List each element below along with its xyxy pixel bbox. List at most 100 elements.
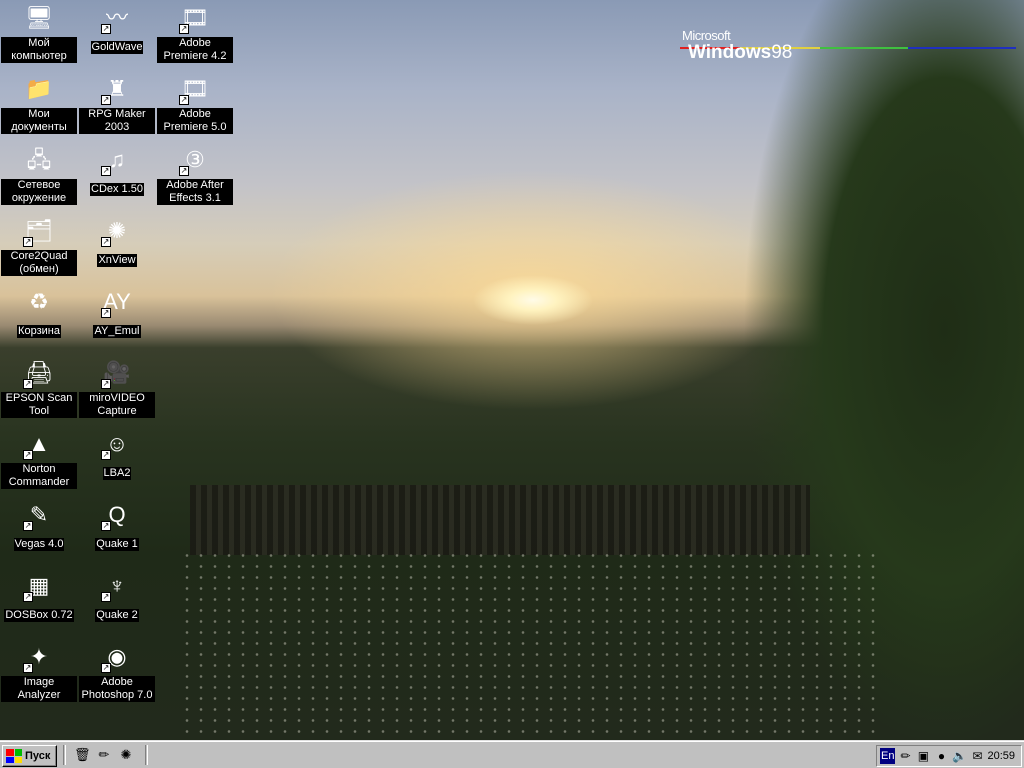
desktop-icon-label: Core2Quad (обмен) (1, 250, 77, 276)
desktop-icon-star[interactable]: ✦ ↗ Image Analyzer (0, 639, 78, 703)
video-capture-icon: 🎥 ↗ (101, 360, 131, 389)
shortcut-arrow-icon: ↗ (101, 592, 111, 602)
shortcut-arrow-icon: ↗ (23, 450, 33, 460)
desktop-icon-film[interactable]: 🎞 ↗ Adobe Premiere 4.2 (156, 0, 234, 64)
desktop-icon-quake2[interactable]: ♆ ↗ Quake 2 (78, 568, 156, 623)
desktop-icon-recycle-bin[interactable]: ♻ Корзина (0, 284, 78, 339)
wallpaper-flowers (180, 550, 880, 740)
desktop-icon-photoshop[interactable]: ◉ ↗ Adobe Photoshop 7.0 (78, 639, 156, 703)
desktop-icon-label: XnView (97, 254, 137, 267)
desktop-icon-my-computer[interactable]: 🖥 Мой компьютер (0, 0, 78, 64)
desktop-icon-cdex[interactable]: ♫ ↗ CDex 1.50 (78, 142, 156, 197)
desktop-icon-ay-emul[interactable]: AY ↗ AY_Emul (78, 284, 156, 339)
clock[interactable]: 20:59 (987, 750, 1015, 762)
network-share-icon: 🗂 ↗ (23, 218, 53, 247)
desktop-icon-quake[interactable]: Q ↗ Quake 1 (78, 497, 156, 552)
desktop-icon-label: Adobe Premiere 5.0 (157, 108, 233, 134)
desktop-icon-after-effects[interactable]: ③ ↗ Adobe After Effects 3.1 (156, 142, 234, 206)
shortcut-arrow-icon: ↗ (101, 24, 111, 34)
desktop-icon-castle[interactable]: ♜ ↗ RPG Maker 2003 (78, 71, 156, 135)
desktop-icon-scanner[interactable]: 🖨 ↗ EPSON Scan Tool (0, 355, 78, 419)
desktop-icon-goldwave[interactable]: 〰 ↗ GoldWave (78, 0, 156, 55)
desktop-icon-dosbox[interactable]: ▦ ↗ DOSBox 0.72 (0, 568, 78, 623)
tray-red-ball-icon[interactable]: ● (933, 748, 949, 764)
shortcut-arrow-icon: ↗ (179, 95, 189, 105)
desktop-icon-label: RPG Maker 2003 (79, 108, 155, 134)
taskbar-divider (145, 745, 148, 765)
desktop-icon-label: Сетевое окружение (1, 179, 77, 205)
desktop-icon-label: AY_Emul (93, 325, 141, 338)
desktop-icon-label: Norton Commander (1, 463, 77, 489)
desktop-icon-film[interactable]: 🎞 ↗ Adobe Premiere 5.0 (156, 71, 234, 135)
shortcut-arrow-icon: ↗ (23, 379, 33, 389)
logo-windows: Windows98 (688, 42, 793, 63)
shortcut-arrow-icon: ↗ (101, 379, 111, 389)
desktop-icon-label: Adobe After Effects 3.1 (157, 179, 233, 205)
dosbox-icon: ▦ ↗ (23, 573, 50, 602)
desktop[interactable]: Microsoft Windows98 🖥 Мой компьютер 📁 Мои д… (0, 0, 1024, 740)
desktop-icon-label: DOSBox 0.72 (4, 609, 74, 622)
windows98-logo: Microsoft Windows98 (680, 18, 1020, 66)
shortcut-arrow-icon: ↗ (23, 237, 33, 247)
quicklaunch-pencil-icon[interactable]: ✏ (96, 747, 112, 763)
quicklaunch-desktop-icon[interactable]: 🗑 (74, 747, 91, 763)
windows-flag-icon (6, 749, 22, 763)
shortcut-arrow-icon: ↗ (23, 592, 33, 602)
desktop-icon-label: Vegas 4.0 (13, 538, 65, 551)
desktop-icon-vegas[interactable]: ✎ ↗ Vegas 4.0 (0, 497, 78, 552)
xnview-icon: ✺ ↗ (101, 218, 127, 247)
desktop-icon-label: Image Analyzer (1, 676, 77, 702)
desktop-icon-xnview[interactable]: ✺ ↗ XnView (78, 213, 156, 268)
shortcut-arrow-icon: ↗ (101, 663, 111, 673)
system-tray: En ✏ ▣ ● 🔈 ✉ 20:59 (876, 745, 1022, 767)
shortcut-arrow-icon: ↗ (101, 308, 111, 318)
desktop-icon-label: CDex 1.50 (90, 183, 144, 196)
desktop-icon-label: EPSON Scan Tool (1, 392, 77, 418)
tray-display-icon[interactable]: ▣ (915, 748, 931, 764)
desktop-icon-network[interactable]: 🖧 Сетевое окружение (0, 142, 78, 206)
photoshop-icon: ◉ ↗ (101, 644, 127, 673)
desktop-icon-norton[interactable]: ▲ ↗ Norton Commander (0, 426, 78, 490)
scanner-icon: 🖨 ↗ (23, 360, 53, 389)
language-indicator[interactable]: En (880, 748, 896, 764)
logo-microsoft: Microsoft (682, 28, 731, 43)
film-icon: 🎞 ↗ (179, 5, 209, 34)
desktop-icon-folder[interactable]: 📁 Мои документы (0, 71, 78, 135)
shortcut-arrow-icon: ↗ (23, 521, 33, 531)
shortcut-arrow-icon: ↗ (101, 237, 111, 247)
quake2-icon: ♆ ↗ (101, 573, 126, 602)
desktop-icon-label: Корзина (17, 325, 61, 338)
desktop-icon-label: GoldWave (90, 41, 144, 54)
tray-volume-icon[interactable]: 🔈 (951, 748, 967, 764)
person-icon: ☺ ↗ (101, 431, 129, 460)
desktop-icon-person[interactable]: ☺ ↗ LBA2 (78, 426, 156, 481)
desktop-icon-label: Quake 1 (95, 538, 139, 551)
shortcut-arrow-icon: ↗ (101, 166, 111, 176)
desktop-icon-video-capture[interactable]: 🎥 ↗ miroVIDEO Capture (78, 355, 156, 419)
network-icon: 🖧 (26, 147, 52, 172)
after-effects-icon: ③ ↗ (179, 147, 205, 176)
desktop-icon-label: Мои документы (1, 108, 77, 134)
shortcut-arrow-icon: ↗ (179, 166, 189, 176)
desktop-icon-network-share[interactable]: 🗂 ↗ Core2Quad (обмен) (0, 213, 78, 277)
goldwave-icon: 〰 ↗ (101, 5, 128, 34)
desktop-icon-label: Adobe Photoshop 7.0 (79, 676, 155, 702)
start-button[interactable]: Пуск (2, 745, 57, 767)
desktop-icon-label: Мой компьютер (1, 37, 77, 63)
my-computer-icon: 🖥 (25, 5, 53, 30)
tray-scheduler-icon[interactable]: ✉ (969, 748, 985, 764)
desktop-icon-label: miroVIDEO Capture (79, 392, 155, 418)
desktop-icon-label: LBA2 (102, 467, 132, 480)
taskbar: Пуск 🗑 ✏ ✺ En ✏ ▣ ● 🔈 ✉ 20:59 (0, 740, 1024, 768)
shortcut-arrow-icon: ↗ (179, 24, 189, 34)
recycle-bin-icon: ♻ (29, 289, 49, 314)
shortcut-arrow-icon: ↗ (101, 95, 111, 105)
tray-pencil-icon[interactable]: ✏ (897, 748, 913, 764)
taskbar-divider (63, 745, 66, 765)
shortcut-arrow-icon: ↗ (101, 521, 111, 531)
folder-icon: 📁 (25, 76, 53, 101)
ay-emul-icon: AY ↗ (101, 289, 131, 318)
quake-icon: Q ↗ (101, 502, 126, 531)
quicklaunch-xnview-icon[interactable]: ✺ (118, 747, 134, 763)
desktop-icon-label: Adobe Premiere 4.2 (157, 37, 233, 63)
